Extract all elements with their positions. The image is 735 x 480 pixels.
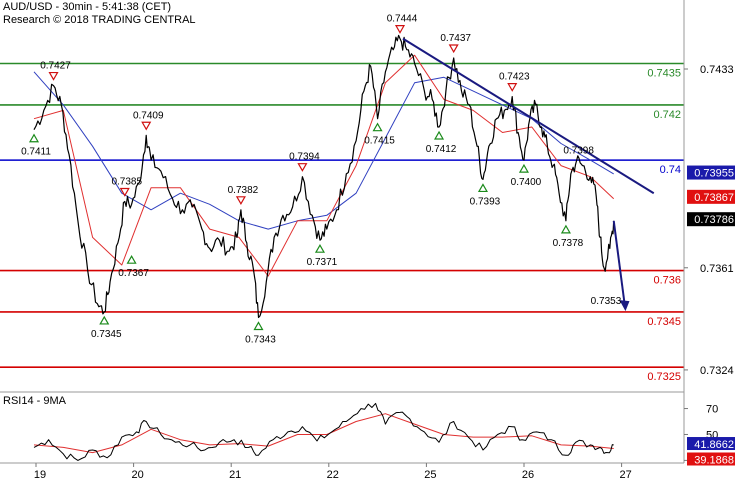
marker-down-icon: [297, 163, 308, 172]
x-tick-label: 21: [229, 469, 241, 480]
marker-up-icon: [126, 255, 137, 264]
rsi-line: [33, 402, 614, 461]
rsi-ma-line: [33, 413, 614, 454]
rsi-title: RSI14 - 9MA: [3, 395, 67, 407]
x-tick-label: 22: [327, 469, 339, 480]
marker-label: 0.7367: [118, 268, 149, 279]
chart-subtitle: Research © 2018 TRADING CENTRAL: [3, 14, 196, 26]
marker-label: 0.7415: [364, 136, 395, 147]
level-label: 0.7345: [647, 316, 681, 328]
rsi-value-label: 41.8662: [694, 439, 734, 451]
trendline: [402, 37, 655, 195]
projection-arrow-line: [612, 220, 626, 304]
marker-down-icon: [119, 187, 130, 197]
marker-up-icon: [477, 183, 488, 193]
rsi-y-tick-label: 70: [706, 404, 718, 416]
marker-label: 0.7411: [21, 147, 51, 158]
marker-up-icon: [28, 133, 40, 143]
marker-down-icon: [507, 83, 518, 92]
x-tick-label: 25: [424, 469, 436, 480]
moving-average-lines: [33, 54, 615, 277]
level-label: 0.74: [660, 164, 681, 176]
x-tick-label: 26: [522, 469, 534, 480]
marker-down-icon: [235, 196, 246, 206]
marker-label: 0.7398: [563, 146, 594, 157]
marker-label: 0.7345: [91, 329, 122, 340]
price-box-label: 0.73786: [694, 214, 734, 226]
y-tick-label: 0.7324: [700, 365, 734, 377]
price-labels: 0.73955 0.73867 0.73786: [687, 165, 735, 227]
price-box-label: 0.73867: [694, 192, 734, 204]
marker-down-icon: [48, 71, 59, 81]
marker-label: 0.7353: [591, 296, 622, 307]
marker-label: 0.7343: [245, 334, 276, 345]
marker-down-icon: [141, 121, 152, 131]
marker-label: 0.7400: [511, 177, 542, 188]
marker-label: 0.7427: [40, 61, 71, 72]
chart-canvas: 0.74350.7420.740.7360.73450.7325 0.74110…: [0, 0, 735, 480]
marker-label: 0.7437: [440, 33, 471, 44]
marker-label: 0.7409: [133, 110, 164, 121]
y-tick-label: 0.7433: [700, 64, 734, 76]
level-label: 0.742: [653, 109, 681, 121]
y-tick-label: 0.7361: [700, 263, 734, 275]
marker-label: 0.7371: [307, 257, 338, 268]
marker-label: 0.7423: [499, 72, 530, 83]
level-label: 0.736: [653, 275, 681, 287]
marker-down-icon: [394, 25, 406, 34]
x-tick-label: 19: [34, 469, 46, 480]
marker-up-icon: [518, 163, 529, 173]
marker-up-icon: [314, 243, 326, 253]
level-label: 0.7325: [647, 371, 681, 383]
marker-up-icon: [372, 122, 383, 132]
marker-label: 0.7378: [553, 238, 584, 249]
marker-up-icon: [434, 130, 445, 140]
chart-title: AUD/USD - 30min - 5:41:38 (CET): [3, 1, 172, 13]
marker-up-icon: [253, 321, 264, 331]
marker-label: 0.7385: [111, 177, 142, 188]
marker-label: 0.7444: [387, 14, 418, 25]
x-tick-label: 27: [619, 469, 631, 480]
level-label: 0.7435: [647, 67, 681, 79]
marker-label: 0.7393: [470, 196, 501, 207]
marker-label: 0.7382: [228, 185, 259, 196]
rsi-value-label: 39.1868: [694, 454, 734, 466]
marker-down-icon: [448, 44, 459, 54]
ma-slow-line: [33, 71, 614, 230]
price-box-label: 0.73955: [694, 168, 734, 180]
ma-fast-line: [33, 54, 615, 277]
marker-up-icon: [99, 315, 110, 325]
marker-label: 0.7412: [426, 144, 457, 155]
marker-label: 0.7394: [289, 152, 320, 163]
marker-up-icon: [560, 224, 571, 234]
x-tick-label: 20: [131, 469, 143, 480]
axes-group: 0.7433 0.7361 0.7324 19 20 21 22 25 26 27: [0, 0, 734, 480]
rsi-panel: RSI14 - 9MA70503041.866239.1868: [3, 395, 735, 467]
